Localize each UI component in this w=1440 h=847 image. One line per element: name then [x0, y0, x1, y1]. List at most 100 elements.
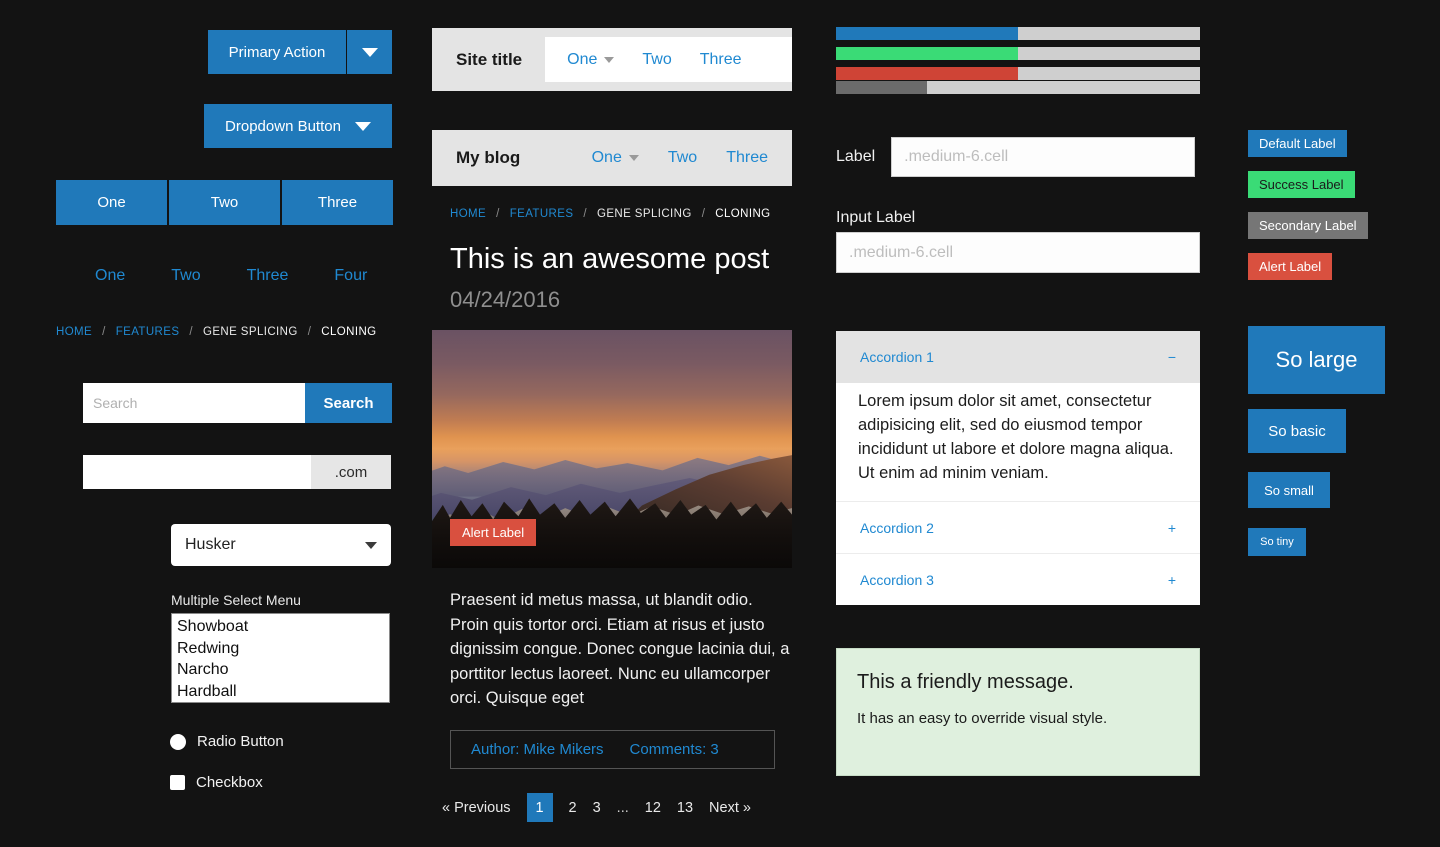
- labels-column: Default Label Success Label Secondary La…: [1248, 0, 1428, 847]
- caret-down-icon: [604, 56, 615, 63]
- button-group-item-one[interactable]: One: [56, 180, 167, 225]
- search-button[interactable]: Search: [305, 383, 392, 423]
- nav-link-four[interactable]: Four: [334, 267, 367, 285]
- progress-bar-alert-fill: [836, 67, 1018, 80]
- blog-nav-item-three[interactable]: Three: [726, 149, 768, 167]
- post-meta-bar: Author: Mike Mikers Comments: 3: [450, 730, 775, 769]
- dropdown-button[interactable]: Dropdown Button: [204, 104, 392, 148]
- button-so-basic[interactable]: So basic: [1248, 409, 1346, 453]
- button-group-item-three[interactable]: Three: [282, 180, 393, 225]
- label-success[interactable]: Success Label: [1248, 171, 1355, 198]
- post-image: Alert Label: [432, 330, 792, 568]
- breadcrumb-separator: /: [583, 208, 588, 220]
- post-breadcrumb-item-features[interactable]: FEATURES: [510, 208, 574, 220]
- post-breadcrumb-item-home[interactable]: HOME: [450, 208, 486, 220]
- domain-input-group: .com: [83, 455, 391, 489]
- breadcrumb-item-cloning: CLONING: [321, 326, 377, 338]
- label-secondary[interactable]: Secondary Label: [1248, 212, 1368, 239]
- post-image-badge[interactable]: Alert Label: [450, 519, 537, 546]
- pagination-next[interactable]: Next »: [709, 800, 751, 816]
- radio-row: Radio Button: [170, 733, 284, 750]
- pagination-ellipsis: ...: [616, 799, 629, 816]
- radio-button[interactable]: [170, 733, 186, 750]
- callout-text: It has an easy to override visual style.: [857, 710, 1108, 727]
- breadcrumb-separator: /: [102, 326, 106, 338]
- multi-select-option[interactable]: Showboat: [172, 616, 389, 638]
- split-button-toggle[interactable]: [347, 30, 392, 74]
- blog-nav-item-one[interactable]: One: [592, 149, 639, 167]
- post-breadcrumb-item-gene-splicing: GENE SPLICING: [597, 208, 692, 220]
- pagination-page-3[interactable]: 3: [593, 800, 601, 816]
- progress-bar-secondary-fill: [836, 81, 927, 94]
- minus-icon: −: [1167, 349, 1176, 365]
- breadcrumb-separator: /: [189, 326, 194, 338]
- search-input[interactable]: [83, 383, 305, 423]
- accordion-content-1: Lorem ipsum dolor sit amet, consectetur …: [858, 392, 1174, 482]
- inline-input-row: Label: [836, 137, 1196, 177]
- breadcrumb-separator: /: [496, 208, 500, 220]
- pagination-previous[interactable]: « Previous: [442, 800, 511, 816]
- nav-link-two[interactable]: Two: [171, 267, 200, 285]
- inline-input-field[interactable]: [891, 137, 1196, 177]
- forms-column: Label Input Label Accordion 1 − Lorem ip…: [836, 0, 1202, 847]
- nav-link-one[interactable]: One: [95, 267, 125, 285]
- multi-select[interactable]: Showboat Redwing Narcho Hardball: [171, 613, 390, 703]
- nav-link-list: One Two Three Four: [95, 267, 367, 285]
- caret-down-icon: [361, 47, 378, 57]
- radio-label: Radio Button: [197, 733, 284, 750]
- caret-down-icon: [354, 121, 371, 131]
- button-so-tiny[interactable]: So tiny: [1248, 528, 1306, 556]
- breadcrumb-item-home[interactable]: HOME: [56, 326, 92, 338]
- caret-down-icon: [628, 155, 639, 161]
- pagination-page-12[interactable]: 12: [645, 800, 661, 816]
- controls-column: Primary Action Dropdown Button One Two T…: [0, 0, 420, 847]
- accordion-header-1[interactable]: Accordion 1 −: [836, 331, 1200, 383]
- plus-icon: +: [1167, 571, 1176, 588]
- label-alert[interactable]: Alert Label: [1248, 253, 1333, 280]
- component-showcase-page: Primary Action Dropdown Button One Two T…: [0, 0, 1440, 847]
- blog-column: Site title One Two Three My blog One Two…: [432, 0, 804, 847]
- accordion: Accordion 1 − Lorem ipsum dolor sit amet…: [836, 331, 1200, 605]
- site-top-bar: Site title One Two Three: [432, 28, 792, 91]
- progress-bar-success-fill: [836, 47, 1018, 60]
- blog-nav-item-two[interactable]: Two: [668, 149, 697, 167]
- breadcrumb-item-features[interactable]: FEATURES: [116, 326, 180, 338]
- label-default[interactable]: Default Label: [1248, 130, 1347, 157]
- primary-action-button[interactable]: Primary Action: [208, 30, 346, 74]
- pagination-page-2[interactable]: 2: [569, 800, 577, 816]
- split-button: Primary Action: [208, 30, 392, 74]
- pagination: « Previous 1 2 3 ... 12 13 Next »: [442, 793, 751, 822]
- multi-select-option[interactable]: Hardball: [172, 681, 389, 703]
- button-so-small[interactable]: So small: [1248, 472, 1330, 508]
- progress-bar-primary: [836, 27, 1200, 40]
- checkbox-label: Checkbox: [196, 774, 263, 791]
- accordion-title-2: Accordion 2: [860, 519, 934, 536]
- callout-box: This a friendly message. It has an easy …: [836, 648, 1200, 776]
- multi-select-option[interactable]: Redwing: [172, 638, 389, 660]
- domain-input[interactable]: [83, 455, 311, 489]
- checkbox[interactable]: [170, 775, 185, 790]
- site-nav-item-three[interactable]: Three: [700, 51, 742, 69]
- single-select[interactable]: Husker: [171, 524, 391, 566]
- breadcrumb-separator: /: [307, 326, 312, 338]
- button-so-large[interactable]: So large: [1248, 326, 1385, 394]
- multi-select-option[interactable]: Narcho: [172, 659, 389, 681]
- progress-bar-alert: [836, 67, 1200, 80]
- site-nav-item-one[interactable]: One: [567, 51, 615, 69]
- pagination-page-13[interactable]: 13: [677, 800, 693, 816]
- nav-link-three[interactable]: Three: [247, 267, 289, 285]
- site-nav-item-two[interactable]: Two: [642, 51, 671, 69]
- post-author-link[interactable]: Author: Mike Mikers: [471, 741, 604, 758]
- progress-bar-secondary: [836, 81, 1200, 94]
- stacked-input-field[interactable]: [836, 232, 1200, 273]
- stacked-input-label: Input Label: [836, 209, 916, 226]
- accordion-header-3[interactable]: Accordion 3 +: [836, 553, 1200, 605]
- post-body: Praesent id metus massa, ut blandit odio…: [450, 591, 790, 707]
- accordion-header-2[interactable]: Accordion 2 +: [836, 501, 1200, 553]
- pagination-page-1[interactable]: 1: [526, 793, 553, 822]
- progress-bar-success: [836, 47, 1200, 60]
- button-group-item-two[interactable]: Two: [169, 180, 280, 225]
- post-comments-link[interactable]: Comments: 3: [630, 741, 719, 758]
- domain-suffix-label: .com: [311, 455, 391, 489]
- site-nav-panel: One Two Three: [545, 37, 792, 82]
